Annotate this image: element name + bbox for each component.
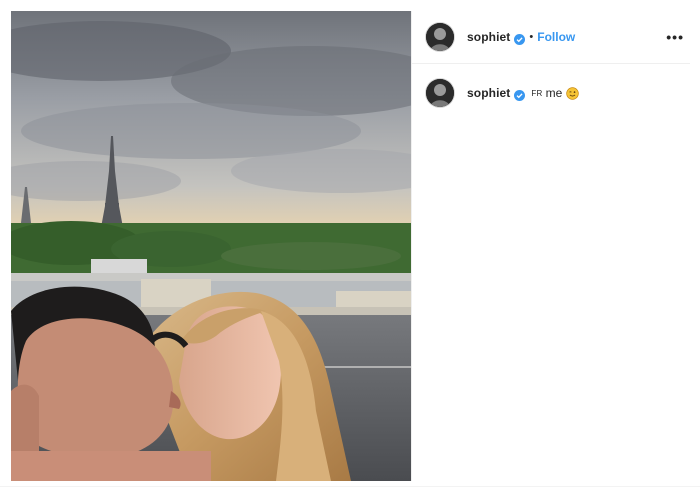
verified-badge-icon [514,88,526,101]
caption-body: me [545,86,563,100]
follow-button[interactable]: Follow [537,30,575,44]
bottom-border [0,486,700,487]
profile-avatar[interactable] [426,23,454,51]
caption-username-link[interactable]: sophiet [467,86,510,100]
instagram-post: sophiet • Follow ••• sophiet FR me [0,0,700,492]
separator-dot: • [529,31,534,43]
verified-badge-icon [514,32,526,45]
flag-text: FR [531,88,543,98]
winking-face-icon [566,86,580,100]
username-link[interactable]: sophiet [467,30,510,44]
caption-row: sophiet FR me [412,70,690,116]
caption-text: FR me [531,86,580,100]
caption-avatar[interactable] [426,79,454,107]
more-options-icon[interactable]: ••• [666,29,684,45]
post-photo-image [11,11,411,481]
post-photo[interactable] [11,11,411,481]
post-header: sophiet • Follow ••• [412,11,690,64]
